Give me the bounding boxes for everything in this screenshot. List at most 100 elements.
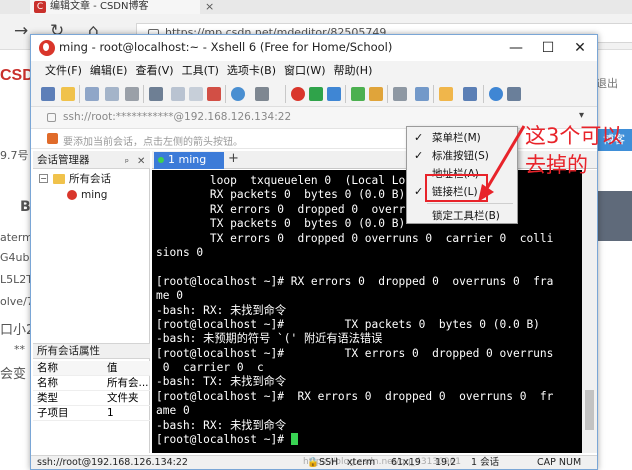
terminal-line-text: [root@localhost ~]# RX errors 0 dropped … bbox=[156, 274, 554, 288]
new-session-icon[interactable] bbox=[41, 87, 55, 101]
menu-file[interactable]: 文件(F) bbox=[41, 61, 86, 81]
browser-tab-label: 编辑文章 - CSDN博客 bbox=[50, 1, 149, 12]
terminal-line: [root@localhost ~]# bbox=[156, 433, 582, 447]
status-size: 61x19 bbox=[391, 457, 421, 468]
menu-edit[interactable]: 编辑(E) bbox=[86, 61, 132, 81]
property-row[interactable]: 名称 值 bbox=[33, 361, 150, 376]
annotation-text: 这3个可以去掉的 bbox=[525, 124, 623, 177]
terminal-line-text: RX errors 0 dropped 0 overr bbox=[156, 202, 406, 216]
properties-icon[interactable] bbox=[149, 87, 163, 101]
status-cursor-pos: 19,2 bbox=[435, 457, 457, 468]
property-value: 所有会... bbox=[107, 377, 149, 389]
logout-link[interactable]: 退出 bbox=[596, 75, 618, 91]
terminal-line-text: [root@localhost ~]# RX errors 0 dropped … bbox=[156, 389, 554, 403]
reconnect-icon[interactable] bbox=[125, 87, 139, 101]
properties-title: 所有会话属性 bbox=[33, 343, 150, 359]
properties-table: 名称值名称 所有会... 类型 文件夹 子项目 1 bbox=[33, 361, 150, 421]
terminal-line: 0 carrier 0 c bbox=[156, 361, 582, 375]
new-tab-icon[interactable] bbox=[439, 87, 453, 101]
checkmark-icon: ✓ bbox=[414, 131, 424, 144]
collapse-toggle-icon[interactable]: − bbox=[39, 174, 48, 183]
page-fragment: olve/7 bbox=[0, 295, 34, 308]
property-row[interactable]: 名称 所有会... bbox=[33, 376, 150, 391]
checkmark-icon: ✓ bbox=[414, 149, 424, 162]
tree-item-session[interactable]: ming bbox=[33, 187, 150, 203]
page-fragment: 会变 bbox=[0, 367, 27, 382]
terminal-line-text: RX packets 0 bytes 0 (0.0 B) bbox=[156, 188, 406, 202]
toolbar-separator bbox=[387, 85, 388, 103]
copy-icon[interactable] bbox=[171, 87, 185, 101]
open-folder-icon[interactable] bbox=[61, 87, 75, 101]
paste-icon[interactable] bbox=[189, 87, 203, 101]
toolbar-separator bbox=[225, 85, 226, 103]
title-bar[interactable]: ming - root@localhost:~ - Xshell 6 (Free… bbox=[31, 35, 597, 61]
property-key: 名称 bbox=[37, 362, 58, 374]
session-properties-panel: 所有会话属性 名称值名称 所有会... 类型 文件夹 子项目 1 bbox=[33, 343, 150, 453]
tab-ming[interactable]: 1 ming bbox=[154, 152, 224, 169]
connect-icon[interactable] bbox=[85, 87, 99, 101]
lock-screen-icon[interactable] bbox=[369, 87, 383, 101]
address-text[interactable]: ssh://root:***********@192.168.126.134:2… bbox=[63, 111, 291, 123]
connected-status-icon bbox=[158, 157, 164, 163]
session-manager-title: 会话管理器 bbox=[37, 154, 90, 166]
terminal-line: -bash: RX: 未找到命令 bbox=[156, 419, 582, 433]
terminal-line: -bash: 未预期的符号 `(' 附近有语法错误 bbox=[156, 332, 582, 346]
property-row[interactable]: 子项目 1 bbox=[33, 406, 150, 421]
scrollbar-thumb[interactable] bbox=[585, 390, 594, 430]
menu-tools[interactable]: 工具(T) bbox=[178, 61, 223, 81]
terminal-line: [root@localhost ~]# TX errors 0 dropped … bbox=[156, 347, 582, 361]
globe-icon[interactable] bbox=[231, 87, 245, 101]
status-bar: ssh://root@192.168.126.134:22 https://bl… bbox=[31, 455, 597, 469]
disconnect-icon[interactable] bbox=[105, 87, 119, 101]
folder-icon bbox=[53, 174, 65, 184]
menu-window[interactable]: 窗口(W) bbox=[280, 61, 329, 81]
encoding-icon[interactable] bbox=[255, 87, 269, 101]
panel-close-icon[interactable]: ✕ bbox=[137, 153, 145, 171]
xshell-icon[interactable] bbox=[291, 87, 305, 101]
terminal-line: [root@localhost ~]# RX errors 0 dropped … bbox=[156, 275, 582, 289]
standard-toolbar bbox=[31, 81, 597, 107]
script-icon[interactable] bbox=[327, 87, 341, 101]
chat-icon[interactable] bbox=[507, 87, 521, 101]
terminal-line: ame 0 bbox=[156, 404, 582, 418]
window-layout-icon[interactable] bbox=[463, 87, 477, 101]
close-button[interactable]: ✕ bbox=[565, 38, 595, 58]
page-fragment: ** bbox=[14, 343, 25, 356]
back-arrow-icon[interactable]: → bbox=[14, 20, 28, 42]
menu-help[interactable]: 帮助(H) bbox=[330, 61, 377, 81]
terminal-scrollbar[interactable] bbox=[582, 170, 597, 453]
terminal-line-text: TX packets 0 bytes 0 (0.0 B) bbox=[156, 217, 406, 231]
browser-tab[interactable]: C 编辑文章 - CSDN博客 bbox=[30, 0, 200, 14]
browser-tab-close-icon[interactable]: × bbox=[205, 0, 214, 13]
keyboard-icon[interactable] bbox=[393, 87, 407, 101]
terminal-line-text: [root@localhost ~]# TX packets 0 bytes 0… bbox=[156, 317, 540, 331]
lock-icon bbox=[47, 113, 56, 122]
menu-view[interactable]: 查看(V) bbox=[131, 61, 177, 81]
help-icon[interactable] bbox=[489, 87, 503, 101]
transfer-icon[interactable] bbox=[415, 87, 429, 101]
add-tab-button[interactable]: + bbox=[228, 151, 239, 167]
pin-icon[interactable]: ᵖ bbox=[125, 154, 129, 172]
terminal-line-text: [root@localhost ~]# bbox=[156, 433, 291, 447]
xftp-icon[interactable] bbox=[309, 87, 323, 101]
menu-tab[interactable]: 选项卡(B) bbox=[223, 61, 280, 81]
toolbar-separator bbox=[483, 85, 484, 103]
terminal-line-text: -bash: TX: 未找到命令 bbox=[156, 375, 287, 389]
find-icon[interactable] bbox=[207, 87, 221, 101]
add-session-icon[interactable] bbox=[47, 133, 58, 144]
page-fragment: 9.7号 bbox=[0, 149, 29, 162]
property-value: 文件夹 bbox=[107, 392, 139, 404]
property-row[interactable]: 类型 文件夹 bbox=[33, 391, 150, 406]
tree-item-all-sessions[interactable]: − 所有会话 bbox=[33, 171, 150, 187]
fullscreen-icon[interactable] bbox=[351, 87, 365, 101]
terminal-line-text: TX errors 0 dropped 0 overruns 0 carrier… bbox=[156, 231, 554, 245]
page-fragment: G4ub bbox=[0, 251, 30, 264]
session-tree: − 所有会话 ming bbox=[33, 171, 150, 331]
context-menu-item[interactable]: 锁定工具栏(B) bbox=[408, 207, 516, 225]
tree-item-label: ming bbox=[81, 189, 108, 201]
dropdown-arrow-icon[interactable]: ▾ bbox=[579, 110, 584, 121]
terminal-line-text: -bash: RX: 未找到命令 bbox=[156, 418, 287, 432]
terminal-line-text: -bash: RX: 未找到命令 bbox=[156, 303, 287, 317]
maximize-button[interactable]: ☐ bbox=[533, 38, 563, 58]
minimize-button[interactable]: — bbox=[501, 38, 531, 58]
